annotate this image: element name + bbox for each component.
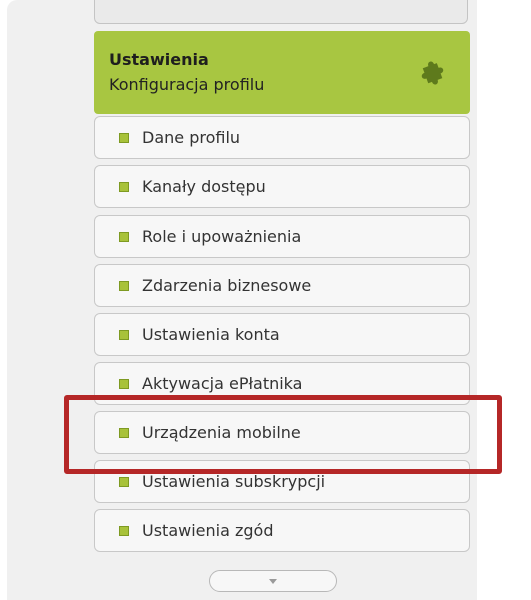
menu-item-dane-profilu[interactable]: Dane profilu bbox=[94, 116, 470, 159]
menu-item-zdarzenia-biznesowe[interactable]: Zdarzenia biznesowe bbox=[94, 264, 470, 307]
menu-item-label: Ustawienia subskrypcji bbox=[142, 472, 326, 491]
menu-item-label: Ustawienia zgód bbox=[142, 521, 274, 540]
bullet-icon bbox=[119, 182, 129, 192]
bullet-icon bbox=[119, 477, 129, 487]
menu-item-label: Urządzenia mobilne bbox=[142, 423, 301, 442]
bullet-icon bbox=[119, 133, 129, 143]
menu-item-kanaly-dostepu[interactable]: Kanały dostępu bbox=[94, 165, 470, 208]
scroll-down-button[interactable] bbox=[209, 570, 337, 592]
menu-item-role-i-upowaznienia[interactable]: Role i upoważnienia bbox=[94, 215, 470, 258]
menu-item-ustawienia-subskrypcji[interactable]: Ustawienia subskrypcji bbox=[94, 460, 470, 503]
menu-item-ustawienia-konta[interactable]: Ustawienia konta bbox=[94, 313, 470, 356]
menu-item-label: Zdarzenia biznesowe bbox=[142, 276, 312, 295]
menu-item-ustawienia-zgod[interactable]: Ustawienia zgód bbox=[94, 509, 470, 552]
menu-item-label: Aktywacja ePłatnika bbox=[142, 374, 303, 393]
menu-item-label: Kanały dostępu bbox=[142, 177, 266, 196]
bullet-icon bbox=[119, 232, 129, 242]
menu-item-aktywacja-eplatnika[interactable]: Aktywacja ePłatnika bbox=[94, 362, 470, 405]
menu-item-label: Role i upoważnienia bbox=[142, 227, 302, 246]
menu-item-urzadzenia-mobilne[interactable]: Urządzenia mobilne bbox=[94, 411, 470, 454]
menu-item-label: Ustawienia konta bbox=[142, 325, 280, 344]
puzzle-icon bbox=[421, 61, 444, 85]
bullet-icon bbox=[119, 330, 129, 340]
bullet-icon bbox=[119, 428, 129, 438]
bullet-icon bbox=[119, 281, 129, 291]
section-header-settings[interactable]: Ustawienia Konfiguracja profilu bbox=[94, 31, 470, 114]
bullet-icon bbox=[119, 379, 129, 389]
chevron-down-icon bbox=[269, 579, 277, 584]
menu-item-previous[interactable] bbox=[94, 0, 468, 24]
menu-item-label: Dane profilu bbox=[142, 128, 241, 147]
bullet-icon bbox=[119, 526, 129, 536]
